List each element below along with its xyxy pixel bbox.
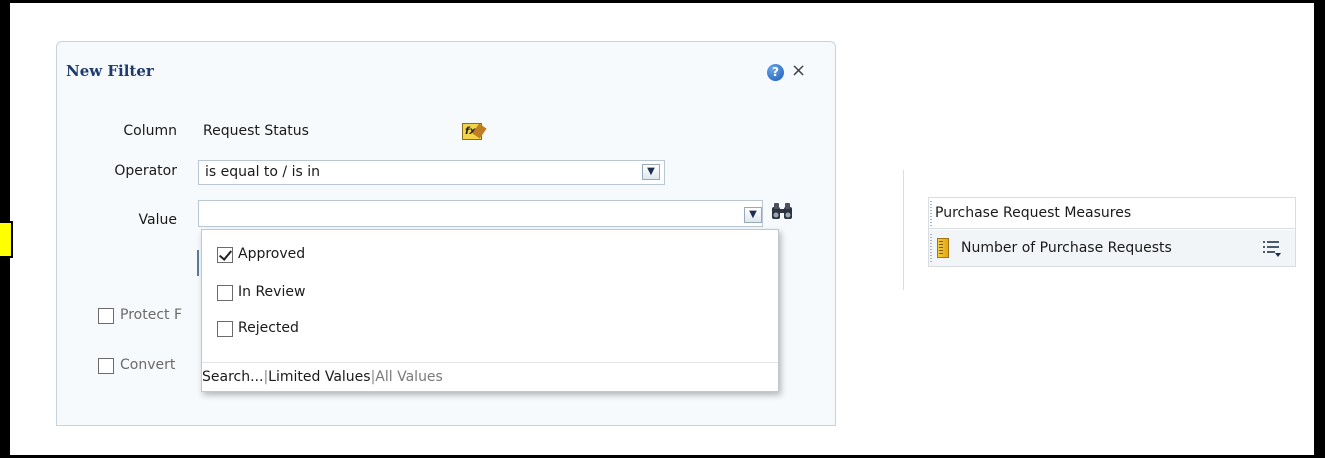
option-checkbox-in-review[interactable] <box>217 285 233 301</box>
option-label[interactable]: Approved <box>238 246 305 262</box>
panel-divider <box>903 170 904 290</box>
column-label: Column <box>123 123 177 139</box>
measures-panel: Purchase Request Measures Number of Purc… <box>928 197 1296 267</box>
limited-values-link[interactable]: Limited Values <box>268 369 370 385</box>
chevron-down-icon[interactable]: ▼ <box>642 164 660 180</box>
measure-item[interactable]: Number of Purchase Requests <box>929 230 1295 266</box>
binoculars-search-icon[interactable] <box>770 201 794 221</box>
all-values-link[interactable]: All Values <box>375 369 443 385</box>
value-dropdown-popup: Approved In Review Rejected Search...|Li… <box>201 229 779 392</box>
value-label: Value <box>138 212 177 228</box>
close-icon[interactable]: × <box>791 60 806 81</box>
operator-value: is equal to / is in <box>205 164 320 180</box>
option-checkbox-rejected[interactable] <box>217 321 233 337</box>
operator-label: Operator <box>114 163 177 179</box>
column-menu-icon[interactable] <box>1262 238 1282 258</box>
protect-label: Protect F <box>120 307 183 323</box>
convert-checkbox[interactable] <box>98 358 114 374</box>
input-stub <box>197 250 199 276</box>
ruler-measure-icon <box>937 238 949 258</box>
convert-label: Convert <box>120 357 176 373</box>
dialog-title: New Filter <box>66 62 154 80</box>
search-link[interactable]: Search... <box>202 369 263 385</box>
measure-item-label: Number of Purchase Requests <box>961 240 1172 256</box>
value-chevron-down-icon[interactable]: ▼ <box>744 207 762 223</box>
help-icon[interactable]: ? <box>767 64 784 81</box>
protect-checkbox[interactable] <box>98 308 114 324</box>
drag-grip[interactable] <box>930 234 932 262</box>
highlight-marker <box>0 221 13 258</box>
formula-edit-icon[interactable]: fx <box>462 123 482 140</box>
operator-select[interactable]: is equal to / is in <box>198 160 665 185</box>
option-checkbox-approved[interactable] <box>217 247 233 263</box>
option-label[interactable]: Rejected <box>238 320 299 336</box>
option-label[interactable]: In Review <box>238 284 305 300</box>
dropdown-footer: Search...|Limited Values|All Values <box>202 362 778 391</box>
measures-folder[interactable]: Purchase Request Measures <box>929 198 1295 229</box>
value-input[interactable] <box>198 200 763 227</box>
column-value: Request Status <box>203 123 309 139</box>
